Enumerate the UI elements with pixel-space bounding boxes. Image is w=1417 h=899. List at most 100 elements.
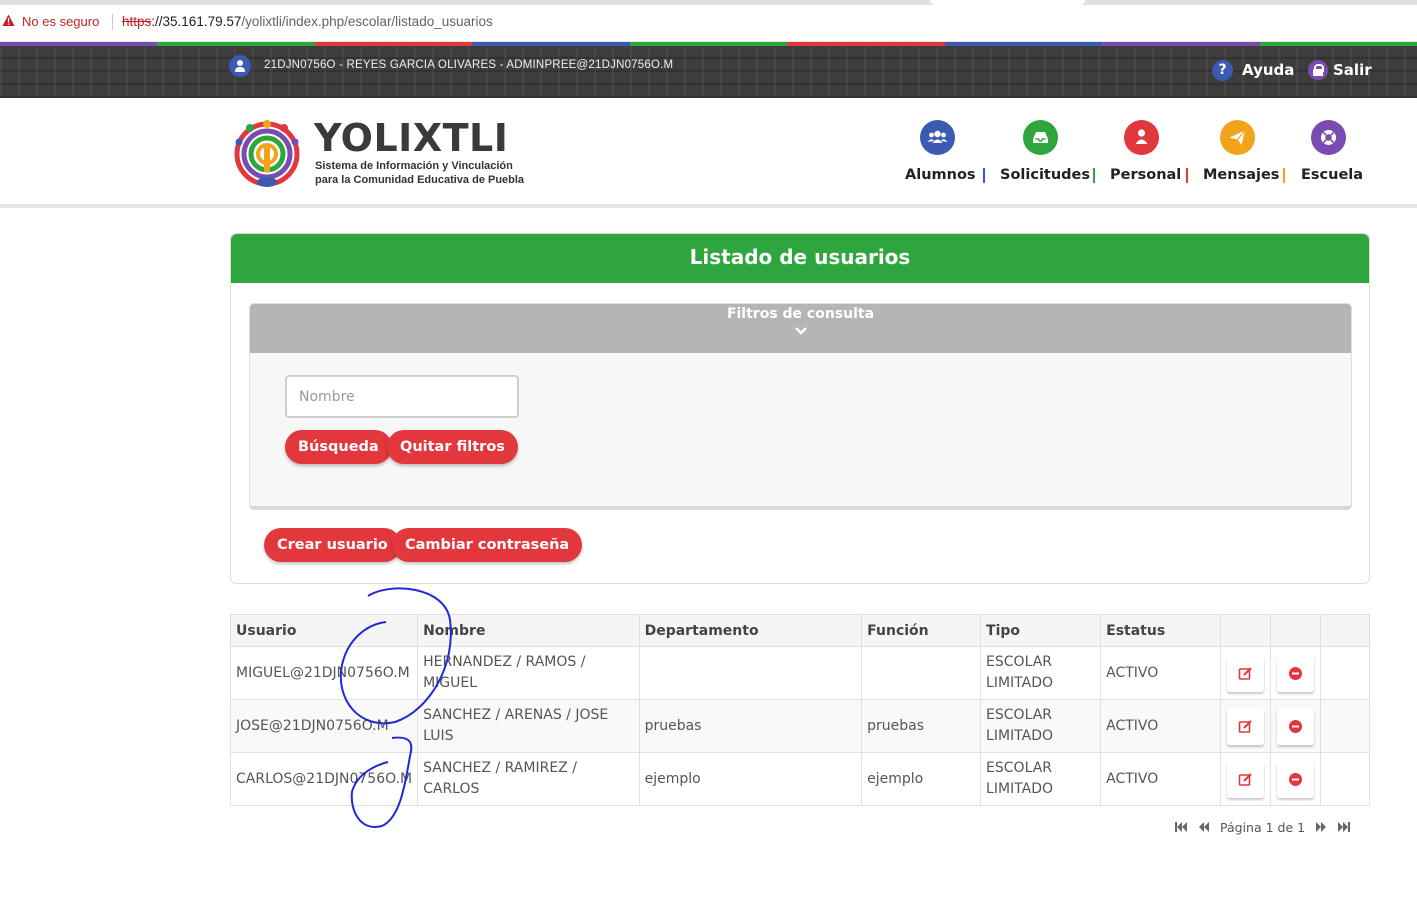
chevron-down-icon: [794, 327, 807, 335]
nav-label: Escuela: [1301, 167, 1364, 183]
browser-address-bar: No es seguro https://35.161.79.57/yolixt…: [0, 0, 1417, 42]
cell-nombre: HERNANDEZ / RAMOS / MIGUEL: [417, 646, 640, 700]
nav-solicitudes[interactable]: Solicitudes: [1000, 120, 1091, 183]
cell-funcion: pruebas: [861, 699, 982, 753]
cell-usuario: JOSE@21DJN0756O.M: [229, 699, 419, 753]
edit-icon: [1238, 772, 1252, 786]
table-row: MIGUEL@21DJN0756O.M HERNANDEZ / RAMOS / …: [229, 646, 1371, 700]
first-page-icon[interactable]: [1174, 821, 1188, 833]
help-link[interactable]: Ayuda: [1242, 61, 1294, 79]
browser-active-tab[interactable]: [930, 0, 1085, 5]
brand-header: YOLIXTLI Sistema de Información y Vincul…: [0, 98, 1417, 208]
column-header[interactable]: Función: [861, 614, 982, 647]
change-password-button[interactable]: Cambiar contraseña: [392, 528, 583, 562]
url-scheme: https: [122, 14, 152, 29]
inbox-icon: [1022, 120, 1058, 155]
url-path: /yolixtli/index.php/escolar/listado_usua…: [241, 14, 493, 29]
cell-delete: [1269, 752, 1321, 806]
brand-subtitle: para la Comunidad Educativa de Puebla: [315, 174, 525, 186]
create-user-button[interactable]: Crear usuario: [264, 528, 401, 562]
security-status[interactable]: No es seguro: [22, 14, 99, 29]
brand-title: YOLIXTLI: [314, 116, 509, 160]
edit-icon: [1238, 666, 1252, 680]
nav-divider: [983, 168, 985, 183]
next-page-icon[interactable]: [1315, 821, 1327, 833]
table-header-row: Usuario Nombre Departamento Función Tipo…: [229, 614, 1371, 647]
nav-personal[interactable]: Personal: [1110, 120, 1182, 183]
cell-departamento: pruebas: [638, 699, 863, 753]
last-page-icon[interactable]: [1337, 821, 1351, 833]
search-button[interactable]: Búsqueda: [285, 430, 392, 464]
deactivate-button[interactable]: [1276, 654, 1314, 692]
yolixtli-logo-icon[interactable]: [232, 116, 302, 190]
column-header: [1269, 614, 1321, 647]
browser-tab-strip: [0, 0, 1417, 5]
previous-page-icon[interactable]: [1198, 821, 1210, 833]
cell-empty: [1319, 646, 1371, 700]
edit-icon: [1238, 719, 1252, 733]
nav-divider: [1093, 168, 1095, 183]
table-row: JOSE@21DJN0756O.M SANCHEZ / ARENAS / JOS…: [229, 699, 1371, 753]
cell-usuario: CARLOS@21DJN0756O.M: [229, 752, 419, 806]
column-header[interactable]: Usuario: [229, 614, 419, 647]
cell-delete: [1269, 699, 1321, 753]
column-header: [1319, 614, 1371, 647]
column-header[interactable]: Tipo: [980, 614, 1102, 647]
filters-toggle[interactable]: Filtros de consulta: [250, 304, 1351, 353]
nav-alumnos[interactable]: Alumnos: [905, 120, 976, 183]
deactivate-button[interactable]: [1276, 760, 1314, 798]
nav-divider: [1186, 168, 1188, 183]
filters-section: Filtros de consulta Búsqueda Quitar filt…: [249, 303, 1352, 510]
cell-edit: [1219, 752, 1271, 806]
page-indicator: Página 1 de 1: [1220, 819, 1306, 835]
edit-button[interactable]: [1226, 707, 1264, 745]
nav-label: Alumnos: [905, 167, 976, 183]
cell-tipo: ESCOLAR LIMITADO: [980, 752, 1102, 806]
url-host: ://35.161.79.57: [151, 14, 242, 29]
brand-subtitle: Sistema de Información y Vinculación: [315, 160, 513, 172]
cell-empty: [1319, 699, 1371, 753]
logout-link[interactable]: Salir: [1333, 61, 1372, 79]
users-panel: Listado de usuarios Filtros de consulta …: [230, 233, 1370, 584]
column-header: [1219, 614, 1271, 647]
cell-nombre: SANCHEZ / RAMIREZ / CARLOS: [417, 752, 640, 806]
minus-circle-icon: [1288, 666, 1302, 680]
lock-icon[interactable]: [1308, 60, 1328, 80]
cell-estatus: ACTIVO: [1100, 752, 1221, 806]
panel-title: Listado de usuarios: [231, 234, 1369, 283]
help-icon[interactable]: ?: [1212, 60, 1233, 81]
nav-mensajes[interactable]: Mensajes: [1203, 120, 1279, 183]
user-info: 21DJN0756O - REYES GARCIA OLIVARES - ADM…: [264, 59, 674, 71]
nav-label: Solicitudes: [1000, 167, 1091, 183]
minus-circle-icon: [1288, 772, 1302, 786]
address-divider: [112, 14, 113, 30]
deactivate-button[interactable]: [1276, 707, 1314, 745]
users-icon: [919, 120, 955, 155]
column-header[interactable]: Nombre: [417, 614, 640, 647]
minus-circle-icon: [1288, 719, 1302, 733]
nav-escuela[interactable]: Escuela: [1301, 120, 1364, 183]
table-row: CARLOS@21DJN0756O.M SANCHEZ / RAMIREZ / …: [229, 752, 1371, 806]
edit-button[interactable]: [1226, 760, 1264, 798]
warning-icon[interactable]: [2, 14, 15, 27]
column-header[interactable]: Departamento: [638, 614, 863, 647]
pagination: Página 1 de 1: [1174, 818, 1351, 836]
paper-plane-icon: [1219, 120, 1255, 155]
cell-estatus: ACTIVO: [1100, 699, 1221, 753]
top-user-bar: 21DJN0756O - REYES GARCIA OLIVARES - ADM…: [0, 46, 1417, 98]
cell-edit: [1219, 699, 1271, 753]
cell-edit: [1219, 646, 1271, 700]
users-table: Usuario Nombre Departamento Función Tipo…: [229, 614, 1371, 806]
name-search-input[interactable]: [285, 375, 519, 418]
edit-button[interactable]: [1226, 654, 1264, 692]
cell-empty: [1319, 752, 1371, 806]
url-field[interactable]: https://35.161.79.57/yolixtli/index.php/…: [122, 14, 493, 29]
person-icon: [1123, 120, 1159, 155]
lifering-icon: [1311, 120, 1346, 155]
nav-label: Personal: [1110, 167, 1182, 183]
cell-nombre: SANCHEZ / ARENAS / JOSE LUIS: [417, 699, 640, 753]
cell-funcion: [861, 646, 982, 700]
cell-delete: [1269, 646, 1321, 700]
column-header[interactable]: Estatus: [1100, 614, 1221, 647]
clear-filters-button[interactable]: Quitar filtros: [387, 430, 518, 464]
